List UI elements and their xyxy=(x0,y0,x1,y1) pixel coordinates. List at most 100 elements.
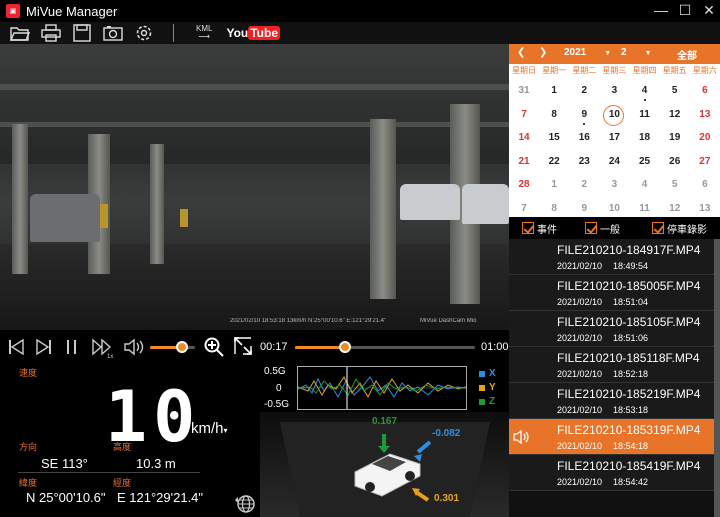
calendar-day[interactable]: 6 xyxy=(690,173,720,197)
file-row[interactable]: FILE210210-185105F.MP4 2021/02/10 18:51:06 xyxy=(509,311,714,347)
file-list-scrollbar[interactable] xyxy=(714,239,720,517)
video-frame[interactable]: 2021/02/10 18:53:18 13km/h N:25°00'10.6"… xyxy=(0,44,509,330)
file-date: 2021/02/10 xyxy=(557,297,603,307)
calendar-day[interactable]: 15 xyxy=(539,126,569,150)
file-row[interactable]: FILE210210-184917F.MP4 2021/02/10 18:49:54 xyxy=(509,239,714,275)
camera-icon xyxy=(103,26,123,41)
calendar-day[interactable]: 6 xyxy=(690,79,720,103)
year-select[interactable]: 2021 ▼ xyxy=(564,47,611,58)
file-date: 2021/02/10 xyxy=(557,261,603,271)
filter-parking[interactable]: 停車錄影 xyxy=(652,221,707,236)
calendar-day[interactable]: 4 xyxy=(630,173,660,197)
calendar-day[interactable]: 16 xyxy=(569,126,599,150)
current-time: 00:17 xyxy=(260,341,288,353)
calendar-day[interactable]: 1 xyxy=(539,173,569,197)
latitude-label: 緯度 xyxy=(19,478,38,488)
prev-month-button[interactable]: ❮ xyxy=(517,47,525,58)
file-time: 18:51:06 xyxy=(613,333,649,343)
calendar-day[interactable]: 20 xyxy=(690,126,720,150)
calendar-day[interactable]: 19 xyxy=(660,126,690,150)
file-name: FILE210210-185319F.MP4 xyxy=(557,423,701,437)
calendar-day-label: 15 xyxy=(548,132,560,143)
scroll-thumb[interactable] xyxy=(714,239,720,517)
calendar-day[interactable]: 3 xyxy=(599,173,629,197)
calendar-day-label: 9 xyxy=(581,108,588,120)
calendar-day[interactable]: 27 xyxy=(690,150,720,174)
calendar-day[interactable]: 14 xyxy=(509,126,539,150)
save-button[interactable] xyxy=(71,24,93,42)
legend-z: Z xyxy=(479,396,495,407)
calendar-day[interactable]: 1 xyxy=(539,79,569,103)
calendar-day[interactable]: 22 xyxy=(539,150,569,174)
file-row[interactable]: FILE210210-185319F.MP4 2021/02/10 18:54:18 xyxy=(509,419,714,455)
snapshot-button[interactable] xyxy=(102,24,124,42)
youtube-button[interactable]: You Tube xyxy=(226,26,281,40)
fullscreen-icon[interactable] xyxy=(233,336,253,356)
weekday-label: 星期五 xyxy=(662,66,687,75)
calendar-day[interactable]: 28 xyxy=(509,173,539,197)
close-button[interactable]: ✕ xyxy=(702,2,716,18)
calendar-day[interactable]: 13 xyxy=(690,103,720,127)
gsensor-graph[interactable] xyxy=(297,366,467,410)
g-right-value: -0.082 xyxy=(432,428,461,439)
pause-icon[interactable] xyxy=(65,338,79,356)
next-month-button[interactable]: ❯ xyxy=(539,47,547,58)
calendar-day[interactable]: 17 xyxy=(599,126,629,150)
calendar-day[interactable]: 21 xyxy=(509,150,539,174)
app-logo: ▣ xyxy=(6,4,20,18)
calendar-day-label: 4 xyxy=(641,179,648,190)
calendar-day[interactable]: 26 xyxy=(660,150,690,174)
calendar-day[interactable]: 3 xyxy=(599,79,629,103)
calendar-day[interactable]: 10 xyxy=(599,103,629,127)
pillar-stripe xyxy=(180,209,188,227)
calendar-header: ❮ ❯ 2021 ▼ 2 ▼ 全部 xyxy=(509,44,720,64)
calendar-day[interactable]: 9 xyxy=(569,103,599,127)
export-kml-button[interactable]: KML ⟶ xyxy=(196,25,212,41)
calendar-day-label: 9 xyxy=(581,202,588,214)
calendar-day[interactable]: 12 xyxy=(660,103,690,127)
maximize-button[interactable]: ☐ xyxy=(678,2,692,18)
show-all-button[interactable]: 全部 xyxy=(677,47,697,62)
file-row[interactable]: FILE210210-185005F.MP4 2021/02/10 18:51:04 xyxy=(509,275,714,311)
volume-icon[interactable] xyxy=(123,338,145,356)
calendar-day[interactable]: 5 xyxy=(660,79,690,103)
calendar-day[interactable]: 11 xyxy=(630,103,660,127)
calendar-day[interactable]: 31 xyxy=(509,79,539,103)
calendar-day[interactable]: 7 xyxy=(509,103,539,127)
skip-back-icon[interactable] xyxy=(8,338,24,356)
speed-unit[interactable]: km/h▾ xyxy=(191,420,228,437)
minimize-button[interactable]: — xyxy=(654,2,668,18)
folder-open-icon xyxy=(10,27,30,41)
file-row[interactable]: FILE210210-185118F.MP4 2021/02/10 18:52:18 xyxy=(509,347,714,383)
open-folder-button[interactable] xyxy=(9,24,31,42)
weekday-label: 星期三 xyxy=(602,66,627,75)
ceiling-beam xyxy=(0,122,509,127)
recording-dot xyxy=(643,99,646,101)
calendar-day[interactable]: 18 xyxy=(630,126,660,150)
parked-car xyxy=(462,184,509,224)
calendar-day[interactable]: 4 xyxy=(630,79,660,103)
heading-value: SE 113° xyxy=(41,456,88,471)
zoom-in-icon[interactable] xyxy=(203,336,225,358)
seek-knob[interactable] xyxy=(339,341,352,353)
calendar-day[interactable]: 25 xyxy=(630,150,660,174)
calendar-day[interactable]: 23 xyxy=(569,150,599,174)
filter-normal[interactable]: 一般 xyxy=(585,221,620,236)
calendar-day[interactable]: 2 xyxy=(569,79,599,103)
month-select[interactable]: 2 ▼ xyxy=(621,47,652,58)
calendar-day[interactable]: 8 xyxy=(539,103,569,127)
file-row[interactable]: FILE210210-185219F.MP4 2021/02/10 18:53:18 xyxy=(509,383,714,419)
file-list: FILE210210-185419F.MP4 2021/02/10 18:54:42… xyxy=(509,239,720,517)
frame-forward-icon[interactable] xyxy=(36,338,52,356)
calendar-day[interactable]: 24 xyxy=(599,150,629,174)
settings-button[interactable] xyxy=(133,24,155,42)
globe-icon[interactable] xyxy=(233,494,255,514)
speed-label: 速度 xyxy=(19,368,38,378)
filter-event[interactable]: 事件 xyxy=(522,221,557,236)
calendar-day[interactable]: 5 xyxy=(660,173,690,197)
file-row[interactable]: FILE210210-185419F.MP4 2021/02/10 18:54:42 xyxy=(509,455,714,491)
volume-knob[interactable] xyxy=(176,341,188,353)
print-button[interactable] xyxy=(40,24,62,42)
calendar-day[interactable]: 2 xyxy=(569,173,599,197)
calendar-day-label: 17 xyxy=(608,132,620,143)
